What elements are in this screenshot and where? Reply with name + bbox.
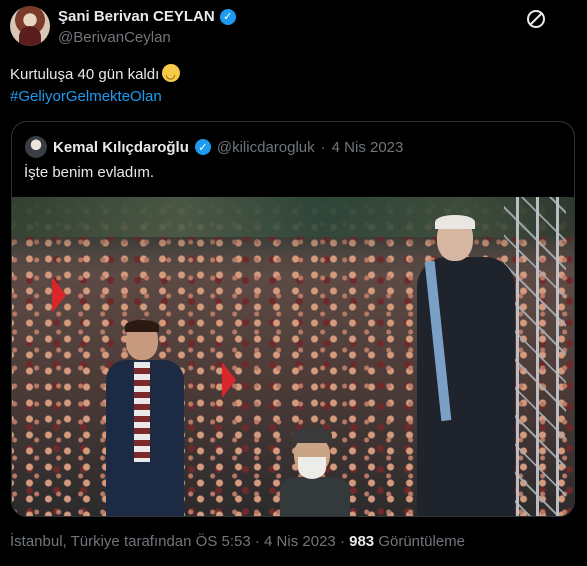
- author-display-name[interactable]: Şani Berivan CEYLAN: [58, 8, 215, 25]
- tweet-header: Şani Berivan CEYLAN ✓ @BerivanCeylan: [10, 6, 577, 48]
- separator-dot: ·: [254, 533, 260, 550]
- pleading-face-icon: [162, 63, 181, 85]
- views-count: 983: [349, 533, 375, 550]
- quoted-tweet-card[interactable]: Kemal Kılıçdaroğlu ✓ @kilicdarogluk · 4 …: [11, 121, 575, 517]
- photo-person-left: [100, 320, 190, 516]
- tweet-meta: İstanbul, Türkiye tarafından ÖS 5:53 · 4…: [10, 533, 465, 550]
- quoted-date[interactable]: 4 Nis 2023: [332, 139, 404, 156]
- verified-icon: ✓: [194, 139, 211, 155]
- quoted-author-avatar[interactable]: [25, 136, 47, 158]
- author-avatar[interactable]: [10, 6, 50, 46]
- author-name-row: Şani Berivan CEYLAN ✓: [58, 8, 236, 25]
- photo-flag: [52, 277, 66, 313]
- separator-dot: ·: [320, 138, 326, 156]
- photo-person-elderly: [280, 427, 350, 516]
- separator-dot: ·: [339, 533, 345, 550]
- hashtag-link[interactable]: #GeliyorGelmekteOlan: [10, 88, 162, 105]
- photo-speaker: [407, 215, 525, 516]
- verified-icon: ✓: [219, 8, 236, 25]
- tweet-location-time[interactable]: İstanbul, Türkiye tarafından ÖS 5:53: [10, 533, 251, 550]
- author-handle[interactable]: @BerivanCeylan: [58, 29, 171, 46]
- quoted-photo[interactable]: [12, 197, 574, 516]
- tweet-date[interactable]: 4 Nis 2023: [264, 533, 336, 550]
- views-label: Görüntüleme: [378, 533, 466, 550]
- tweet-text: Kurtuluşa 40 gün kaldı #GeliyorGelmekteO…: [10, 63, 570, 108]
- photo-flag: [222, 362, 236, 398]
- tweet-text-line1: Kurtuluşa 40 gün kaldı: [10, 66, 160, 83]
- grok-icon[interactable]: [527, 10, 545, 28]
- quoted-author-name[interactable]: Kemal Kılıçdaroğlu: [53, 139, 189, 156]
- quoted-tweet-header: Kemal Kılıçdaroğlu ✓ @kilicdarogluk · 4 …: [25, 136, 403, 158]
- quoted-author-handle[interactable]: @kilicdarogluk: [217, 139, 315, 156]
- quoted-tweet-text: İşte benim evladım.: [24, 164, 155, 181]
